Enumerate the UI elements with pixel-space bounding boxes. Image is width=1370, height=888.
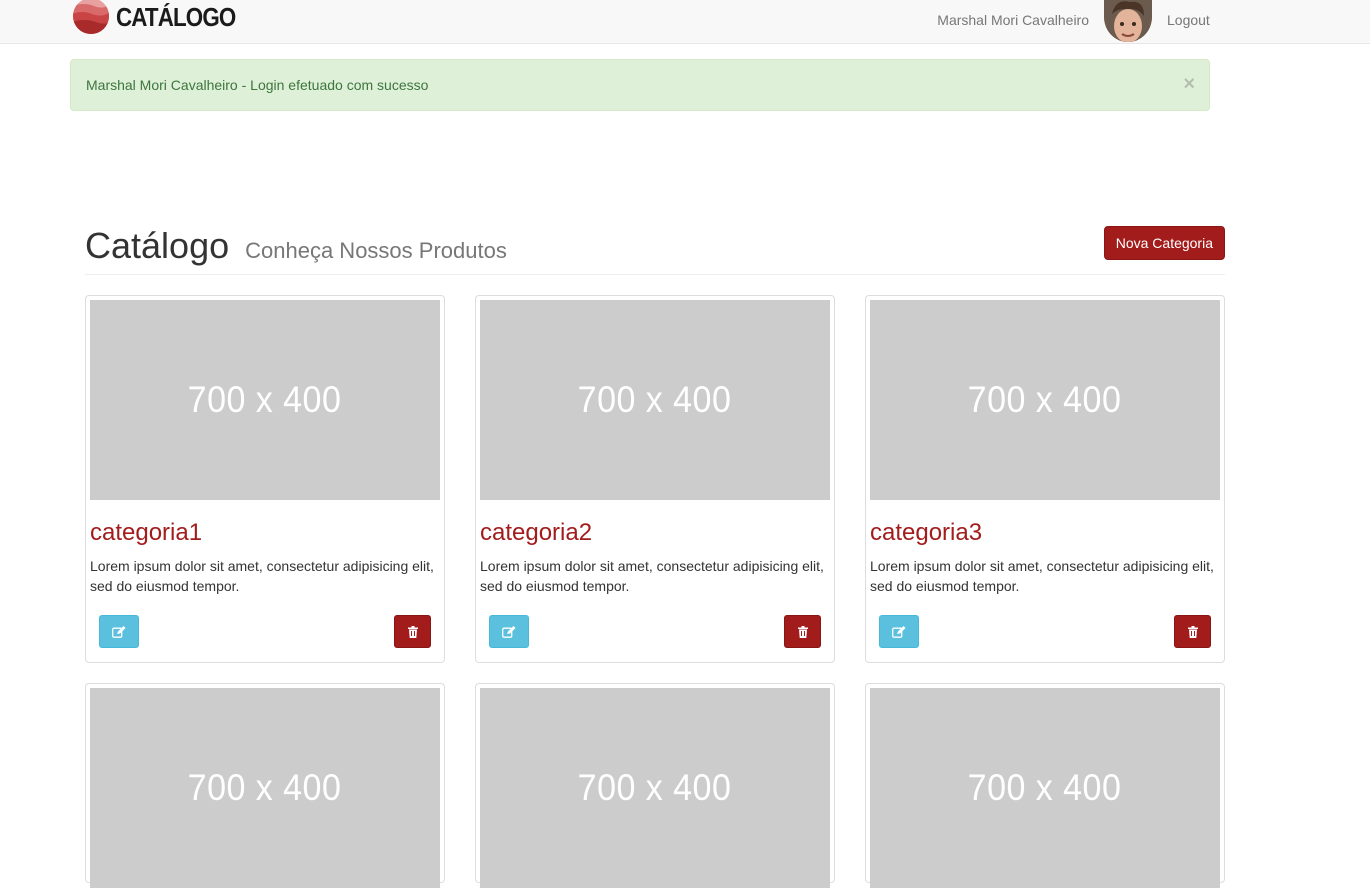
image-size-label: 700 x 400 <box>968 379 1122 420</box>
card-description: Lorem ipsum dolor sit amet, consectetur … <box>870 558 1214 594</box>
trash-icon <box>1187 625 1198 638</box>
edit-button[interactable] <box>99 615 139 648</box>
page-title-text: Catálogo <box>85 225 230 266</box>
category-card: 700 x 400 <box>475 683 835 888</box>
delete-button[interactable] <box>394 615 431 648</box>
navbar: CATÁLOGO Marshal Mori Cavalheiro Logout <box>0 0 1370 44</box>
delete-button[interactable] <box>784 615 821 648</box>
image-size-label: 700 x 400 <box>188 379 342 420</box>
category-card: 700 x 400 categoria2 Lorem ipsum dolor s… <box>475 295 835 663</box>
card-title[interactable]: categoria3 <box>870 520 1220 546</box>
placeholder-image[interactable]: 700 x 400 <box>90 300 440 500</box>
image-size-label: 700 x 400 <box>968 767 1122 808</box>
edit-icon <box>112 625 126 638</box>
avatar-image <box>1104 0 1152 42</box>
logout-link[interactable]: Logout <box>1167 12 1210 28</box>
card-actions <box>480 615 830 649</box>
card-actions <box>90 615 440 649</box>
edit-button[interactable] <box>879 615 919 648</box>
trash-icon <box>407 625 418 638</box>
placeholder-image[interactable]: 700 x 400 <box>480 688 830 888</box>
trash-icon <box>797 625 808 638</box>
page-title: Catálogo Conheça Nossos Produtos <box>85 225 507 267</box>
brand-text: CATÁLOGO <box>116 2 236 32</box>
edit-icon <box>892 625 906 638</box>
close-icon[interactable]: × <box>1183 60 1195 108</box>
user-avatar[interactable] <box>1104 0 1152 42</box>
card-actions <box>870 615 1220 649</box>
card-title[interactable]: categoria2 <box>480 520 830 546</box>
page-subtitle: Conheça Nossos Produtos <box>245 238 507 263</box>
card-description: Lorem ipsum dolor sit amet, consectetur … <box>480 558 824 594</box>
category-card: 700 x 400 categoria1 Lorem ipsum dolor s… <box>85 295 445 663</box>
page-header: Catálogo Conheça Nossos Produtos Nova Ca… <box>85 220 1225 275</box>
alert-message: Marshal Mori Cavalheiro - Login efetuado… <box>86 77 429 93</box>
placeholder-image[interactable]: 700 x 400 <box>870 688 1220 888</box>
brand-link[interactable]: CATÁLOGO <box>72 0 255 34</box>
card-title[interactable]: categoria1 <box>90 520 440 546</box>
edit-icon <box>502 625 516 638</box>
card-description: Lorem ipsum dolor sit amet, consectetur … <box>90 558 434 594</box>
placeholder-image[interactable]: 700 x 400 <box>90 688 440 888</box>
category-card: 700 x 400 <box>865 683 1225 888</box>
image-size-label: 700 x 400 <box>578 379 732 420</box>
delete-button[interactable] <box>1174 615 1211 648</box>
brand-logo-icon <box>73 0 109 34</box>
new-category-button[interactable]: Nova Categoria <box>1103 226 1225 260</box>
success-alert: Marshal Mori Cavalheiro - Login efetuado… <box>70 59 1210 111</box>
category-card: 700 x 400 <box>85 683 445 888</box>
placeholder-image[interactable]: 700 x 400 <box>480 300 830 500</box>
category-card: 700 x 400 categoria3 Lorem ipsum dolor s… <box>865 295 1225 663</box>
image-size-label: 700 x 400 <box>578 767 732 808</box>
edit-button[interactable] <box>489 615 529 648</box>
placeholder-image[interactable]: 700 x 400 <box>870 300 1220 500</box>
nav-user-name[interactable]: Marshal Mori Cavalheiro <box>937 12 1089 28</box>
image-size-label: 700 x 400 <box>188 767 342 808</box>
